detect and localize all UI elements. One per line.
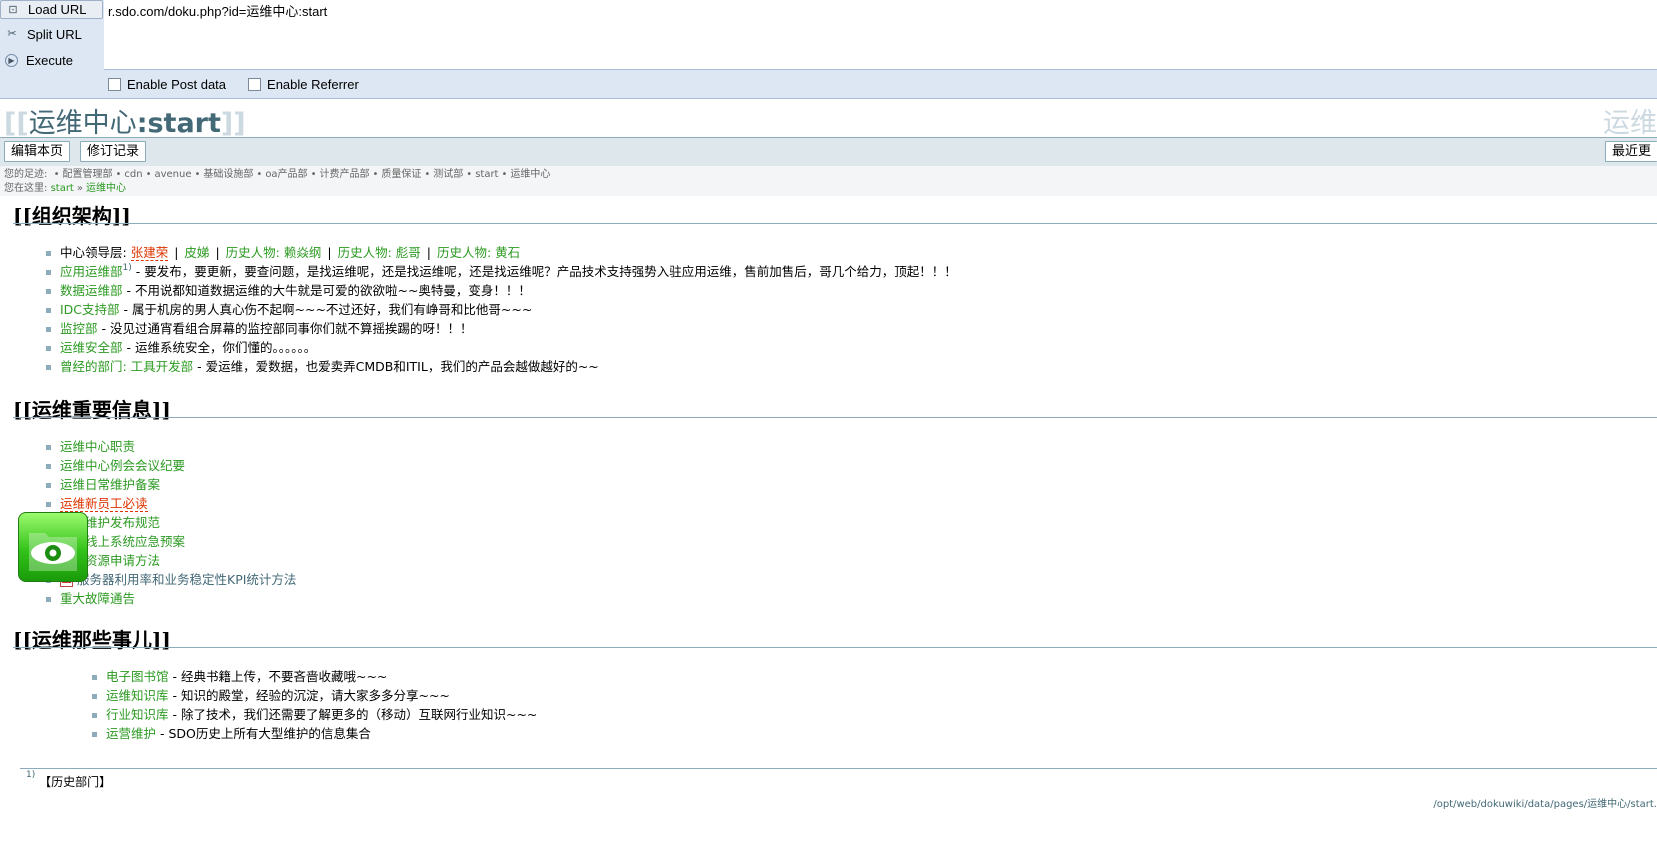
breadcrumb-separator: • — [256, 169, 263, 180]
breadcrumb-separator: • — [372, 169, 379, 180]
enable-post-label: Enable Post data — [127, 76, 227, 92]
breadcrumb-separator: • — [145, 169, 152, 180]
title-namespace: 运维中心 — [28, 108, 137, 139]
footnote-text: 【历史部门】 — [39, 775, 112, 789]
scissors-icon: ✂ — [7, 28, 17, 40]
breadcrumb-link[interactable]: 配置管理部 — [62, 169, 112, 180]
enable-post-option[interactable]: Enable Post data — [104, 77, 226, 92]
breadcrumb-separator: • — [501, 169, 508, 180]
url-textarea[interactable]: r.sdo.com/doku.php?id=运维中心:start — [104, 0, 1657, 70]
breadcrumbs-area: 您的足迹: • 配置管理部 • cdn • avenue • 基础设施部 • oa产品部 • 计费产品… — [0, 166, 1657, 196]
title-bracket-open: [[ — [4, 108, 29, 139]
footnote-anchor[interactable]: 1) — [26, 770, 35, 780]
breadcrumb-link[interactable]: start — [475, 169, 498, 180]
execute-label: Execute — [26, 52, 73, 68]
trace-items: • 配置管理部 • cdn • avenue • 基础设施部 • oa产品部 • 计费产品部 • 质量保证… — [51, 169, 551, 180]
breadcrumb-link[interactable]: cdn — [124, 169, 142, 180]
footnotes-divider — [20, 768, 1657, 769]
breadcrumb-separator: • — [424, 169, 431, 180]
youarehere-label: 您在这里: — [4, 183, 48, 194]
breadcrumb-separator: • — [53, 169, 60, 180]
breadcrumb-link[interactable]: start — [51, 183, 74, 194]
breadcrumb-link[interactable]: 计费产品部 — [319, 169, 369, 180]
title-page: :start — [136, 108, 221, 139]
wiki-header: [[运维中心:start]] 运维 — [0, 98, 1657, 140]
breadcrumb-link[interactable]: 基础设施部 — [203, 169, 253, 180]
breadcrumb-link[interactable]: 测试部 — [433, 169, 463, 180]
breadcrumb-trace: 您的足迹: • 配置管理部 • cdn • avenue • 基础设施部 • oa产品部 • 计费产品… — [4, 168, 550, 181]
footer-area: 1) 【历史部门】 /opt/web/dokuwiki/data/pages/运… — [0, 196, 1657, 849]
breadcrumb-separator: » — [76, 183, 83, 194]
breadcrumb-link[interactable]: oa产品部 — [265, 169, 307, 180]
breadcrumb-link[interactable]: 运维中心 — [86, 183, 126, 194]
file-path: /opt/web/dokuwiki/data/pages/运维中心/start. — [1433, 799, 1657, 810]
recent-changes-button[interactable]: 最近更 — [1604, 141, 1657, 162]
hackbar-toolbar: ⊡ Load URL ✂ Split URL ▶ Execute r.sdo.c… — [0, 0, 1657, 99]
wiki-logo-text[interactable]: 运维 — [1603, 101, 1657, 140]
footnote: 1) 【历史部门】 — [26, 770, 112, 790]
breadcrumb-separator: • — [115, 169, 122, 180]
breadcrumb-youarehere: 您在这里: start» 运维中心 — [4, 182, 126, 195]
play-icon: ▶ — [5, 53, 18, 67]
execute-button[interactable]: ▶ Execute — [0, 49, 103, 71]
breadcrumb-separator: • — [310, 169, 317, 180]
enable-post-checkbox[interactable] — [108, 77, 121, 91]
load-url-icon: ⊡ — [8, 3, 18, 16]
hackbar-actions: ⊡ Load URL ✂ Split URL ▶ Execute — [0, 0, 105, 70]
trace-label: 您的足迹: — [4, 169, 48, 180]
page-title[interactable]: [[运维中心:start]] — [4, 101, 246, 140]
split-url-label: Split URL — [27, 26, 82, 42]
title-bracket-close: ]] — [220, 108, 246, 139]
hackbar-options: Enable Post data Enable Referrer — [104, 74, 377, 94]
breadcrumb-link[interactable]: avenue — [154, 169, 191, 180]
edit-page-button[interactable]: 编辑本页 — [4, 141, 71, 162]
youarehere-items: start» 运维中心 — [51, 183, 126, 194]
old-revisions-button[interactable]: 修订记录 — [80, 141, 147, 162]
breadcrumb-separator: • — [466, 169, 473, 180]
load-url-label: Load URL — [28, 2, 87, 17]
enable-referrer-option[interactable]: Enable Referrer — [244, 77, 359, 92]
split-url-button[interactable]: ✂ Split URL — [0, 23, 103, 45]
breadcrumb-link[interactable]: 运维中心 — [510, 169, 550, 180]
breadcrumb-separator: • — [194, 169, 201, 180]
page-actions-bar: 编辑本页 修订记录 最近更 — [0, 137, 1657, 167]
breadcrumb-link[interactable]: 质量保证 — [381, 169, 421, 180]
enable-referrer-checkbox[interactable] — [248, 77, 262, 91]
enable-referrer-label: Enable Referrer — [267, 76, 359, 92]
load-url-button[interactable]: ⊡ Load URL — [0, 0, 103, 19]
